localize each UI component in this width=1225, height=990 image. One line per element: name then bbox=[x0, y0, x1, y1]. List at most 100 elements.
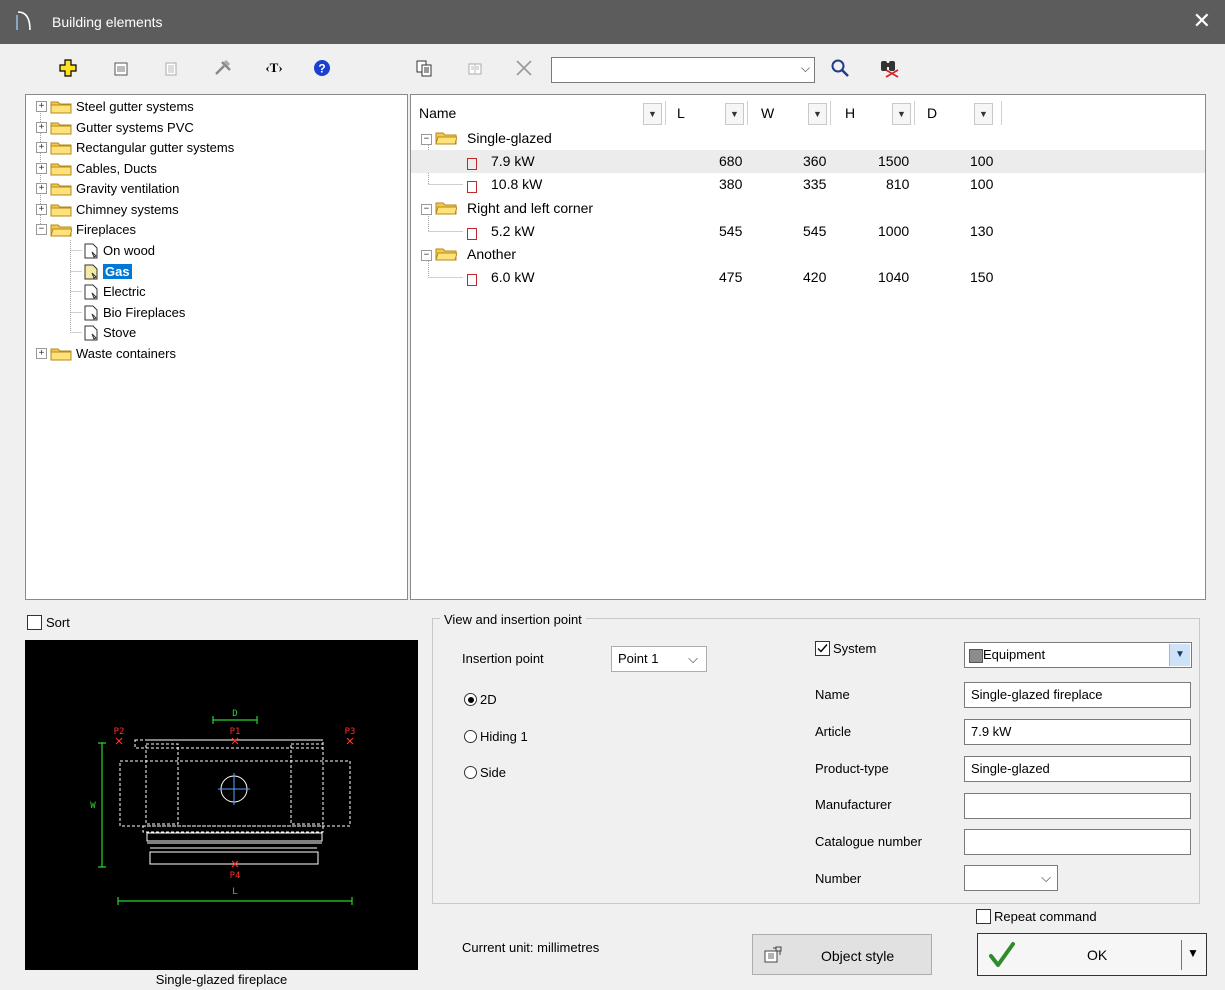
list-row[interactable]: 5.2 kW 545 545 1000 130 bbox=[411, 220, 1205, 243]
product-type-field[interactable]: Single-glazed bbox=[964, 756, 1191, 782]
search-combobox[interactable]: ⌵ bbox=[551, 57, 815, 83]
collapse-icon[interactable]: − bbox=[36, 224, 47, 235]
expand-icon[interactable]: + bbox=[36, 204, 47, 215]
folder-open-icon bbox=[50, 224, 72, 236]
checkbox-icon[interactable] bbox=[976, 909, 991, 924]
svg-text:?: ? bbox=[318, 62, 325, 76]
cell-w: 545 bbox=[803, 223, 827, 239]
tree-item-label: Steel gutter systems bbox=[76, 99, 194, 114]
cell-l: 680 bbox=[719, 153, 743, 169]
catalogue-number-field[interactable] bbox=[964, 829, 1191, 855]
tree-item[interactable]: + Rectangular gutter systems bbox=[36, 138, 234, 157]
chevron-down-icon[interactable]: ▼ bbox=[1169, 644, 1190, 666]
checkbox-icon[interactable] bbox=[27, 615, 42, 630]
cell-h: 1500 bbox=[878, 153, 910, 169]
edit-table-icon[interactable] bbox=[108, 56, 134, 82]
number-select[interactable]: ⌵ bbox=[964, 865, 1058, 891]
collapse-icon[interactable]: − bbox=[421, 204, 432, 215]
folder-icon bbox=[50, 204, 72, 216]
checkbox-icon[interactable] bbox=[815, 641, 830, 656]
tree-item[interactable]: + Chimney systems bbox=[36, 200, 179, 219]
insertion-point-select[interactable]: Point 1 ⌵ bbox=[611, 646, 707, 672]
tree-item-fireplaces[interactable]: − Fireplaces bbox=[36, 220, 136, 239]
expand-icon[interactable]: + bbox=[36, 348, 47, 359]
check-icon bbox=[817, 644, 828, 653]
sort-checkbox[interactable]: Sort bbox=[27, 615, 70, 630]
expand-icon[interactable]: + bbox=[36, 101, 47, 112]
radio-2d[interactable]: 2D bbox=[464, 692, 497, 707]
category-tree[interactable]: + Steel gutter systems + Gutter systems … bbox=[25, 94, 408, 600]
elements-list[interactable]: Name ▼ L ▼ W ▼ H ▼ D ▼ − Single-glazed 7… bbox=[410, 94, 1206, 600]
item-icon bbox=[467, 225, 477, 241]
tree-item[interactable]: Stove bbox=[83, 323, 136, 342]
collapse-icon[interactable]: − bbox=[421, 134, 432, 145]
insertion-point-label: Insertion point bbox=[462, 651, 544, 666]
app-icon bbox=[16, 11, 31, 31]
catalogue-number-label: Catalogue number bbox=[815, 834, 922, 849]
tree-item[interactable]: + Gravity ventilation bbox=[36, 179, 179, 198]
expand-icon[interactable]: + bbox=[36, 183, 47, 194]
add-icon[interactable] bbox=[55, 55, 81, 81]
tree-item-gas[interactable]: Gas bbox=[83, 262, 132, 281]
document-icon bbox=[84, 243, 98, 258]
chevron-down-icon[interactable]: ⌵ bbox=[1041, 870, 1051, 886]
tree-item[interactable]: On wood bbox=[83, 241, 155, 260]
chevron-down-icon[interactable]: ⌵ bbox=[688, 651, 698, 667]
radio-icon[interactable] bbox=[464, 730, 477, 743]
tree-item[interactable]: Bio Fireplaces bbox=[83, 303, 185, 322]
cell-h: 1040 bbox=[878, 269, 910, 285]
dim-label: D bbox=[232, 709, 237, 719]
insertion-point-value: Point 1 bbox=[618, 651, 659, 666]
close-icon[interactable]: ✕ bbox=[1193, 8, 1211, 34]
point-label: P4 bbox=[230, 871, 241, 881]
manufacturer-field[interactable] bbox=[964, 793, 1191, 819]
list-group-row[interactable]: − Single-glazed bbox=[411, 127, 1205, 150]
tree-item[interactable]: + Waste containers bbox=[36, 344, 176, 363]
number-label: Number bbox=[815, 871, 862, 886]
expand-icon[interactable]: + bbox=[36, 142, 47, 153]
radio-icon[interactable] bbox=[464, 693, 477, 706]
system-checkbox[interactable]: System bbox=[815, 641, 876, 656]
repeat-command-checkbox[interactable]: Repeat command bbox=[976, 909, 1097, 924]
find-next-icon[interactable] bbox=[876, 55, 902, 81]
name-field[interactable]: Single-glazed fireplace bbox=[964, 682, 1191, 708]
radio-hiding-1[interactable]: Hiding 1 bbox=[464, 729, 528, 744]
preview-caption: Single-glazed fireplace bbox=[155, 972, 288, 987]
radio-side[interactable]: Side bbox=[464, 765, 506, 780]
expand-icon[interactable]: + bbox=[36, 122, 47, 133]
tree-item[interactable]: + Steel gutter systems bbox=[36, 97, 194, 116]
object-style-button[interactable]: Object style bbox=[752, 934, 932, 975]
item-name: 5.2 kW bbox=[491, 223, 535, 239]
help-icon[interactable]: ? bbox=[309, 55, 335, 81]
delete-icon bbox=[511, 55, 537, 81]
ok-button[interactable]: OK ▼ bbox=[977, 933, 1207, 976]
chevron-down-icon[interactable]: ⌵ bbox=[801, 61, 810, 76]
sort-label: Sort bbox=[46, 615, 70, 630]
article-field[interactable]: 7.9 kW bbox=[964, 719, 1191, 745]
collapse-icon[interactable]: − bbox=[421, 250, 432, 261]
list-row[interactable]: 6.0 kW 475 420 1040 150 bbox=[411, 266, 1205, 289]
tools-icon[interactable] bbox=[210, 55, 236, 81]
expand-icon[interactable]: + bbox=[36, 163, 47, 174]
search-icon[interactable] bbox=[827, 55, 853, 81]
list-group-row[interactable]: − Right and left corner bbox=[411, 197, 1205, 220]
ok-label: OK bbox=[1087, 947, 1108, 963]
list-group-row[interactable]: − Another bbox=[411, 243, 1205, 266]
search-input[interactable] bbox=[556, 61, 796, 81]
system-select[interactable]: Equipment ▼ bbox=[964, 642, 1192, 668]
tree-item[interactable]: Electric bbox=[83, 282, 146, 301]
tree-item-label: Electric bbox=[103, 284, 146, 299]
tree-item[interactable]: + Cables, Ducts bbox=[36, 159, 157, 178]
radio-label: Side bbox=[480, 765, 507, 780]
point-label: P3 bbox=[345, 727, 356, 737]
radio-label: 2D bbox=[480, 692, 497, 707]
copy-icon[interactable] bbox=[411, 55, 437, 81]
cell-d: 130 bbox=[970, 223, 994, 239]
text-tag-icon[interactable]: ‹T› bbox=[259, 55, 289, 81]
list-row[interactable]: 10.8 kW 380 335 810 100 bbox=[411, 173, 1205, 196]
radio-icon[interactable] bbox=[464, 766, 477, 779]
caret-down-icon[interactable]: ▼ bbox=[1187, 946, 1199, 960]
list-row-selected[interactable]: 7.9 kW 680 360 1500 100 bbox=[411, 150, 1205, 173]
tree-item[interactable]: + Gutter systems PVC bbox=[36, 118, 194, 137]
item-name: 10.8 kW bbox=[491, 176, 543, 192]
